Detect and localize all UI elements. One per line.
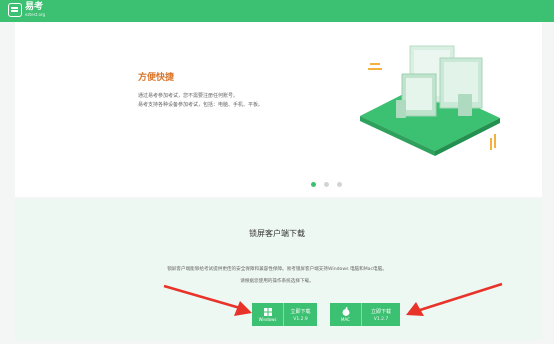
windows-os-label: Windows [258, 316, 277, 322]
banner-description-line-2: 易考支持各种设备参加考试，包括：电脑、手机、平板。 [138, 102, 264, 108]
windows-icon [263, 307, 272, 316]
windows-download-label: 立即下载 [290, 308, 311, 315]
multi-device-illustration [360, 45, 500, 156]
banner-title: 方便快捷 [138, 73, 175, 83]
download-description-line-1: 锁屏客户端能够给考试提供更佳的安全保障和兼容性保障。易考锁屏客户端支持Windo… [167, 267, 387, 272]
red-arrow-right [406, 282, 503, 316]
carousel-dot-3[interactable] [337, 182, 342, 187]
carousel-dot-2[interactable] [324, 182, 329, 187]
mac-download-label: 立即下载 [370, 308, 391, 315]
logo-icon [8, 3, 22, 17]
download-section-title: 锁屏客户端下载 [249, 229, 305, 238]
top-navigation-bar: 易考 eztest.org [0, 0, 554, 22]
mac-os-label: MAC [341, 317, 350, 322]
carousel-indicator [311, 182, 342, 187]
site-logo[interactable]: 易考 eztest.org [8, 3, 45, 17]
red-arrow-left [163, 284, 252, 316]
mac-download-button[interactable]: MAC 立即下载 V1.2.7 [330, 303, 400, 326]
mac-version: V1.2.7 [373, 316, 389, 322]
brand-name: 易考 [25, 2, 44, 12]
apple-icon [342, 307, 349, 316]
banner-description-line-1: 通过易考参加考试，您不需要注册任何账号。 [138, 93, 239, 99]
carousel-dot-1[interactable] [311, 182, 316, 187]
windows-version: V1.2.9 [293, 316, 308, 322]
brand-domain: eztest.org [25, 12, 46, 17]
windows-download-button[interactable]: Windows 立即下载 V1.2.9 [252, 303, 317, 326]
